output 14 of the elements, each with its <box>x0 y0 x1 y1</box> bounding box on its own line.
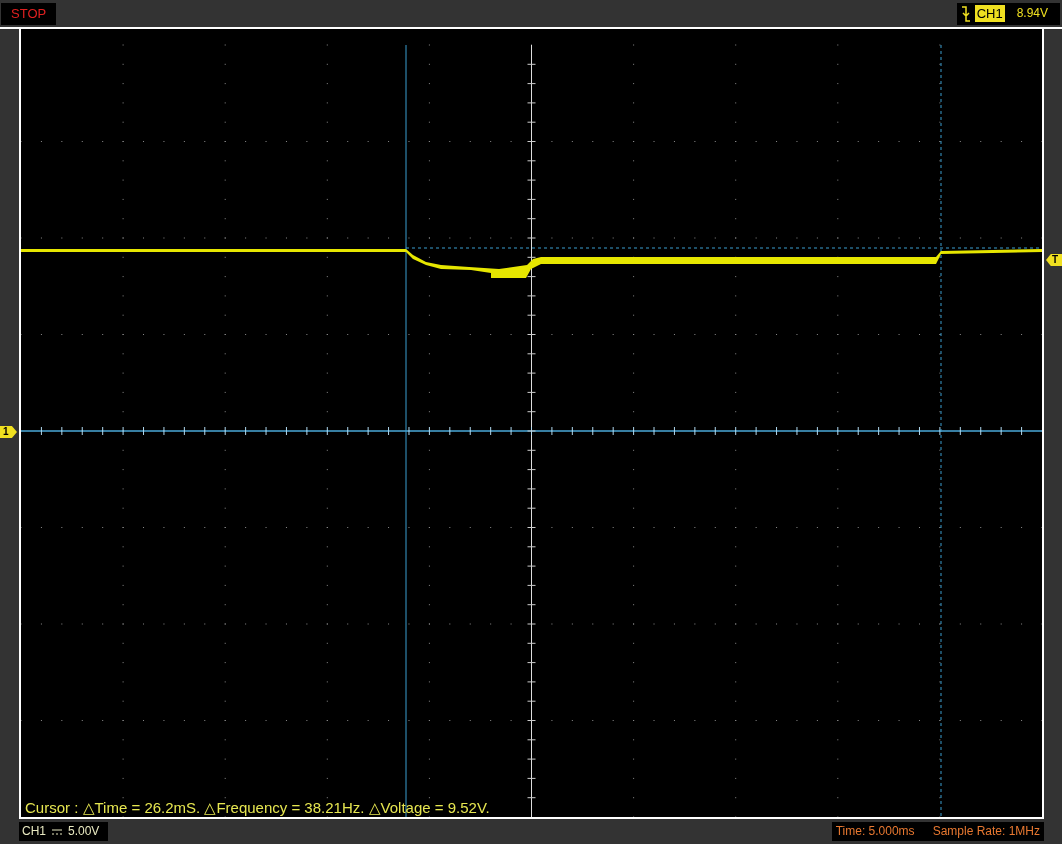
channel-label: CH1 <box>22 824 46 839</box>
trigger-channel: CH1 <box>974 5 1005 22</box>
run-status[interactable]: STOP <box>1 2 57 25</box>
cursor-line[interactable] <box>940 44 942 817</box>
channel-marker[interactable]: 1 <box>0 426 17 438</box>
falling-edge-icon <box>960 4 971 23</box>
trigger-level: 8.94V <box>1015 5 1049 22</box>
cursor-line[interactable] <box>405 247 1042 249</box>
dc-coupling-icon <box>52 828 62 835</box>
sample-rate-label: Sample Rate: 1MHz <box>932 824 1040 839</box>
volts-per-division: 5.00V <box>68 824 101 839</box>
timebase-label: Time: 5.000ms <box>835 824 915 839</box>
trigger-marker[interactable]: T <box>1046 254 1062 266</box>
cursor-readout: Cursor : △Time = 26.2mS. △Frequency = 38.21Hz. △Voltage = 9.52V. <box>25 799 490 817</box>
